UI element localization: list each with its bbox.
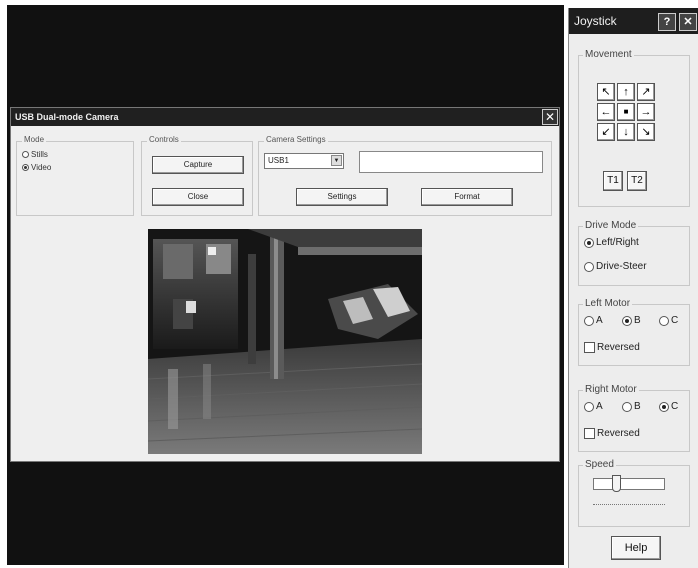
close-button[interactable]: Close: [152, 188, 244, 206]
camera-device-select[interactable]: USB1 ▼: [264, 153, 344, 169]
radio-selected-icon: [622, 315, 632, 326]
right-motor-a-label: A: [596, 401, 603, 412]
camera-settings-group: Camera Settings USB1 ▼ Settings Format: [258, 135, 552, 216]
help-button[interactable]: Help: [611, 536, 661, 560]
joystick-panel: Joystick ? ✕ Movement ↖ ↑ ↗ ← ■ → ↙ ↓ ↘ …: [568, 8, 698, 568]
checkbox-icon: [584, 428, 595, 439]
arrow-up-left-icon[interactable]: ↖: [597, 83, 615, 101]
chevron-down-icon[interactable]: ▼: [331, 155, 342, 166]
left-motor-c-label: C: [671, 315, 679, 326]
speed-label: Speed: [583, 459, 616, 470]
t1-button[interactable]: T1: [603, 171, 623, 191]
arrow-down-icon[interactable]: ↓: [617, 123, 635, 141]
right-motor-b-radio[interactable]: B: [622, 401, 641, 412]
right-motor-a-radio[interactable]: A: [584, 401, 603, 412]
drive-mode-left-right-radio[interactable]: Left/Right: [584, 237, 639, 248]
camera-frame-image: [148, 229, 422, 454]
format-button[interactable]: Format: [421, 188, 513, 206]
radio-selected-icon: [659, 401, 669, 412]
radio-icon: [584, 315, 594, 326]
mode-group: Mode Stills Video: [16, 135, 134, 216]
radio-icon: [584, 401, 594, 412]
radio-icon: [22, 151, 29, 158]
left-motor-c-radio[interactable]: C: [659, 315, 678, 326]
drive-mode-drive-steer-radio[interactable]: Drive-Steer: [584, 261, 647, 272]
mode-stills-label: Stills: [31, 150, 48, 159]
movement-group: Movement ↖ ↑ ↗ ← ■ → ↙ ↓ ↘ T1 T2: [578, 49, 690, 207]
camera-settings-label: Camera Settings: [264, 135, 328, 144]
right-motor-c-radio[interactable]: C: [659, 401, 678, 412]
movement-label: Movement: [583, 49, 634, 60]
camera-video-preview: [148, 229, 422, 454]
mode-stills-radio[interactable]: Stills: [22, 150, 48, 159]
left-motor-b-radio[interactable]: B: [622, 315, 641, 326]
arrow-right-icon[interactable]: →: [637, 103, 655, 121]
arrow-down-right-icon[interactable]: ↘: [637, 123, 655, 141]
speed-slider-track[interactable]: [593, 478, 665, 490]
drive-steer-label: Drive-Steer: [596, 261, 647, 272]
radio-selected-icon: [584, 237, 594, 248]
radio-selected-icon: [22, 164, 29, 171]
mode-group-label: Mode: [22, 135, 47, 144]
left-motor-reversed-checkbox[interactable]: Reversed: [584, 342, 640, 353]
camera-settings-text-field[interactable]: [359, 151, 543, 173]
radio-icon: [659, 315, 669, 326]
right-motor-reversed-checkbox[interactable]: Reversed: [584, 428, 640, 439]
mode-video-radio[interactable]: Video: [22, 163, 51, 172]
right-motor-label: Right Motor: [583, 384, 639, 395]
right-motor-b-label: B: [634, 401, 641, 412]
t2-button[interactable]: T2: [627, 171, 647, 191]
left-motor-b-label: B: [634, 315, 641, 326]
radio-icon: [622, 401, 632, 412]
stop-icon[interactable]: ■: [617, 103, 635, 121]
left-motor-group: Left Motor A B C Reversed: [578, 298, 690, 366]
checkbox-icon: [584, 342, 595, 353]
arrow-left-icon[interactable]: ←: [597, 103, 615, 121]
speed-slider-ticks: [593, 501, 665, 505]
speed-slider-thumb[interactable]: [611, 475, 621, 492]
close-icon[interactable]: ✕: [542, 109, 558, 125]
left-motor-label: Left Motor: [583, 298, 633, 309]
arrow-up-icon[interactable]: ↑: [617, 83, 635, 101]
controls-group-label: Controls: [147, 135, 181, 144]
drive-mode-label: Drive Mode: [583, 220, 639, 231]
radio-icon: [584, 261, 594, 272]
arrow-up-right-icon[interactable]: ↗: [637, 83, 655, 101]
right-motor-group: Right Motor A B C Reversed: [578, 384, 690, 452]
camera-window: USB Dual-mode Camera ✕ Mode Stills Video…: [10, 107, 560, 462]
camera-window-title: USB Dual-mode Camera: [11, 108, 559, 126]
capture-button[interactable]: Capture: [152, 156, 244, 174]
right-motor-c-label: C: [671, 401, 679, 412]
camera-device-value: USB1: [268, 156, 289, 165]
left-motor-a-label: A: [596, 315, 603, 326]
help-icon[interactable]: ?: [658, 13, 676, 31]
arrow-down-left-icon[interactable]: ↙: [597, 123, 615, 141]
mode-video-label: Video: [31, 163, 52, 172]
left-motor-a-radio[interactable]: A: [584, 315, 603, 326]
left-reversed-label: Reversed: [597, 342, 640, 353]
drive-mode-group: Drive Mode Left/Right Drive-Steer: [578, 220, 690, 286]
close-icon[interactable]: ✕: [679, 13, 697, 31]
settings-button[interactable]: Settings: [296, 188, 388, 206]
controls-group: Controls Capture Close: [141, 135, 253, 216]
speed-group: Speed: [578, 459, 690, 527]
right-reversed-label: Reversed: [597, 428, 640, 439]
left-right-label: Left/Right: [596, 237, 639, 248]
